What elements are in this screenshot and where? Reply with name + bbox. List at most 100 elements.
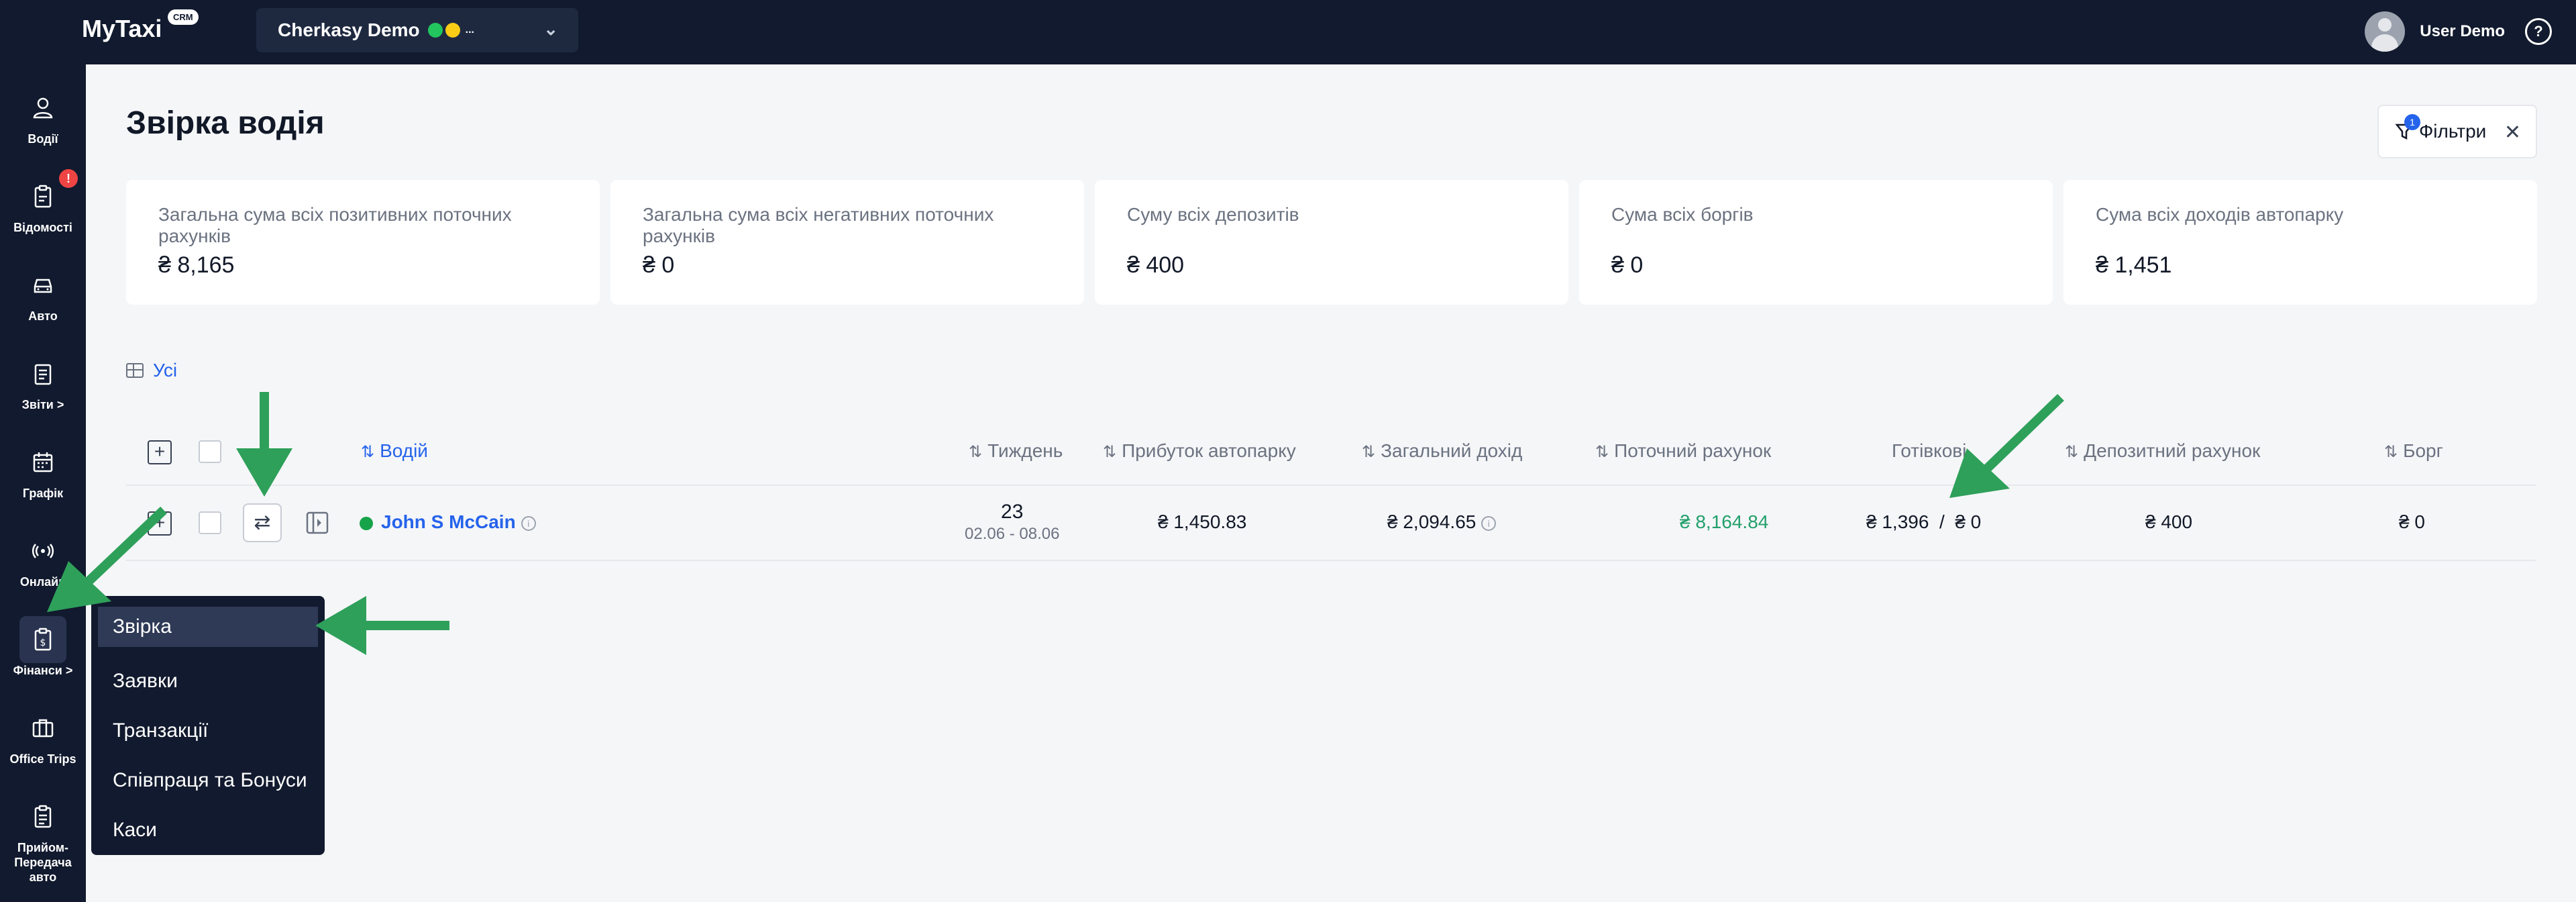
info-icon[interactable]: i	[1481, 515, 1497, 531]
summary-cards: Загальна сума всіх позитивних поточних р…	[126, 180, 2537, 305]
sidebar-item-car-handover[interactable]: Прийом-Передача авто	[0, 793, 86, 884]
filter-count-badge: 1	[2404, 114, 2420, 130]
sidebar: Водії ! Відомості Авто Звіти > Графік Он…	[0, 64, 86, 902]
sidebar-item-cars[interactable]: Авто	[0, 262, 86, 342]
select-all-checkbox[interactable]	[199, 440, 221, 463]
table-icon	[126, 363, 144, 378]
clipboard-list-icon	[34, 805, 52, 828]
sidebar-item-drivers[interactable]: Водії	[0, 85, 86, 165]
sort-icon: ⇅	[1595, 443, 1609, 461]
menu-item-requests[interactable]: Заявки	[91, 656, 325, 706]
avatar	[2365, 11, 2406, 52]
calendar-icon	[33, 452, 53, 472]
page-title: Звірка водія	[126, 105, 325, 141]
summary-value: ₴ 400	[1127, 252, 1185, 278]
view-label: Усі	[153, 360, 178, 381]
deposit-cell: ₴ 400	[2145, 511, 2193, 532]
info-icon[interactable]: i	[521, 515, 536, 531]
sort-icon: ⇅	[1103, 443, 1117, 461]
col-current-account[interactable]: ⇅ Поточний рахунок	[1595, 440, 1771, 462]
help-icon[interactable]: ?	[2525, 18, 2552, 45]
menu-item-cash-desks[interactable]: Каси	[91, 805, 325, 855]
summary-card: Загальна сума всіх позитивних поточних р…	[126, 180, 600, 305]
side-panel-icon[interactable]	[306, 511, 329, 534]
chevron-down-icon: ⌄	[543, 19, 558, 39]
finance-menu: Звірка Заявки Транзакції Співпраця та Бо…	[91, 596, 325, 855]
sidebar-item-statements[interactable]: ! Відомості	[0, 169, 86, 254]
clipboard-icon	[34, 185, 52, 208]
briefcase-icon	[32, 719, 54, 738]
total-income-cell: ₴ 2,094.65 i	[1387, 511, 1497, 533]
expand-all-button[interactable]: +	[148, 440, 172, 464]
sidebar-item-label: Авто	[28, 309, 58, 323]
clear-filters-icon[interactable]: ✕	[2504, 121, 2521, 144]
sidebar-item-office-trips[interactable]: Office Trips	[0, 705, 86, 785]
current-account-cell: ₴ 8,164.84	[1680, 511, 1769, 532]
sidebar-item-label: Онлайн	[19, 575, 66, 589]
sidebar-item-label: Відомості	[13, 221, 72, 234]
company-more: ...	[465, 24, 474, 36]
filters-label: Фільтри	[2419, 121, 2487, 142]
week-number: 23	[1001, 501, 1024, 523]
summary-value: ₴ 0	[1611, 252, 1644, 278]
menu-item-reconciliation[interactable]: Звірка	[98, 607, 318, 647]
summary-value: ₴ 1,451	[2096, 252, 2172, 278]
swap-icon[interactable]: ⇄	[243, 503, 282, 542]
cash-cell: ₴ 1,396 / ₴ 0	[1866, 511, 1982, 532]
main-content: Звірка водія 1 Фільтри ✕ Загальна сума в…	[86, 64, 2576, 902]
driver-cell[interactable]: John S McCain i	[360, 511, 536, 533]
summary-value: ₴ 0	[643, 252, 675, 278]
user-name: User Demo	[2420, 22, 2505, 40]
filters-button[interactable]: 1 Фільтри ✕	[2377, 105, 2537, 158]
menu-item-partnership-bonuses[interactable]: Співпраця та Бонуси	[91, 756, 325, 805]
sort-icon: ⇅	[969, 443, 983, 461]
summary-card: Загальна сума всіх негативних поточних р…	[610, 180, 1084, 305]
finance-icon: $	[34, 628, 52, 651]
online-status-icon	[360, 516, 373, 530]
driver-name-link[interactable]: John S McCain	[381, 511, 516, 532]
sort-icon: ⇅	[2384, 443, 2398, 461]
table-header: + ⇅ Водій ⇅ Тиждень ⇅ Прибуток автопарку ⇅ З…	[126, 416, 2536, 486]
user-menu[interactable]: User Demo ?	[2365, 9, 2552, 54]
fleet-profit-cell: ₴ 1,450.83	[1158, 511, 1247, 532]
col-debt[interactable]: ⇅ Борг	[2384, 440, 2443, 462]
summary-card: Суму всіх депозитів ₴ 400	[1095, 180, 1568, 305]
company-name: Cherkasy Demo	[278, 19, 420, 40]
top-bar: MyTaxi CRM Cherkasy Demo ... ⌄ User Demo…	[0, 0, 2576, 64]
summary-card: Сума всіх боргів ₴ 0	[1579, 180, 2053, 305]
sort-icon: ⇅	[361, 443, 375, 461]
summary-label: Сума всіх боргів	[1611, 204, 1754, 225]
week-range: 02.06 - 08.06	[965, 525, 1060, 543]
view-all-link[interactable]: Усі	[126, 360, 177, 381]
sidebar-item-schedule[interactable]: Графік	[0, 439, 86, 519]
sidebar-item-reports[interactable]: Звіти >	[0, 350, 86, 431]
col-total-income[interactable]: ⇅ Загальний дохід	[1362, 440, 1522, 462]
car-icon	[34, 279, 52, 293]
crm-badge: CRM	[168, 9, 199, 25]
week-cell: 23 02.06 - 08.06	[965, 501, 1059, 544]
menu-item-transactions[interactable]: Транзакції	[91, 706, 325, 756]
summary-card: Сума всіх доходів автопарку ₴ 1,451	[2063, 180, 2537, 305]
expand-row-button[interactable]: +	[148, 511, 172, 536]
sidebar-item-finance[interactable]: $ Фінанси >	[0, 616, 86, 697]
app-logo[interactable]: MyTaxi	[82, 15, 162, 43]
row-checkbox[interactable]	[199, 511, 221, 534]
summary-label: Суму всіх депозитів	[1127, 204, 1299, 225]
debt-cell: ₴ 0	[2399, 511, 2425, 532]
col-driver[interactable]: ⇅ Водій	[361, 440, 428, 462]
alert-badge: !	[59, 169, 78, 188]
sidebar-item-label: Звіти >	[21, 398, 64, 411]
sidebar-item-label: Прийом-Передача авто	[14, 841, 72, 884]
col-deposit[interactable]: ⇅ Депозитний рахунок	[2065, 440, 2260, 462]
sidebar-item-online[interactable]: Онлайн	[0, 528, 86, 608]
col-week[interactable]: ⇅ Тиждень	[969, 440, 1063, 462]
svg-text:$: $	[40, 638, 46, 648]
sidebar-item-label: Фінанси >	[13, 664, 73, 677]
status-yellow-icon	[445, 23, 460, 38]
broadcast-icon	[32, 544, 54, 558]
summary-label: Загальна сума всіх негативних поточних р…	[643, 204, 994, 246]
col-fleet-profit[interactable]: ⇅ Прибуток автопарку	[1103, 440, 1296, 462]
reconciliation-table: + ⇅ Водій ⇅ Тиждень ⇅ Прибуток автопарку ⇅ З…	[126, 416, 2536, 561]
company-selector[interactable]: Cherkasy Demo ... ⌄	[256, 8, 578, 52]
report-icon	[34, 364, 52, 385]
